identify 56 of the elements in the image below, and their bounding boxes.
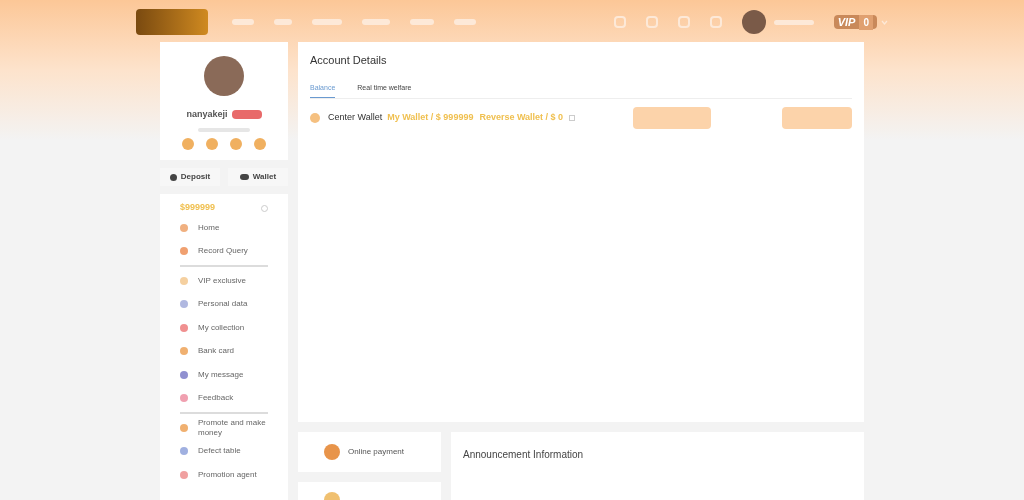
wallet-icon: [310, 113, 320, 123]
menu-item[interactable]: Feedback: [180, 386, 268, 410]
nav-item[interactable]: [232, 19, 254, 25]
menu-label: My collection: [198, 322, 245, 333]
menu-label: Bank card: [198, 346, 235, 357]
account-level-placeholder: [198, 127, 250, 132]
copy-icon[interactable]: [569, 115, 576, 121]
menu-item[interactable]: Home: [180, 216, 268, 240]
nav-item[interactable]: [362, 19, 390, 25]
balance-amount: $999999: [180, 201, 216, 215]
menu-item[interactable]: My message: [180, 363, 268, 387]
wallet-balance: My Wallet / $ 999999: [387, 111, 474, 125]
badge-icon: [182, 137, 194, 150]
badge-icon: [206, 137, 218, 150]
nav-item[interactable]: [410, 19, 434, 25]
wallet-name: Center Wallet: [328, 111, 383, 125]
coin-icon: [169, 173, 177, 181]
menu-label: Feedback: [198, 393, 234, 404]
menu-item[interactable]: Defect table: [180, 439, 268, 463]
menu-label: Promote and make money: [198, 417, 267, 438]
wallet-icon: [239, 174, 249, 180]
payment-card[interactable]: Online payment: [298, 432, 441, 472]
status-badge: [231, 110, 262, 120]
menu-item[interactable]: VIP exclusive: [180, 269, 268, 293]
menu-label: VIP exclusive: [198, 275, 246, 286]
menu-label: My message: [198, 369, 244, 380]
payment-icon: [324, 444, 340, 460]
menu-item[interactable]: My collection: [180, 316, 268, 340]
panel-title: Account Details: [310, 53, 388, 68]
nav-item[interactable]: [312, 19, 342, 25]
nav-item[interactable]: [454, 19, 476, 25]
deposit-button[interactable]: Deposit: [160, 168, 220, 186]
payment-label: Online payment: [348, 446, 405, 458]
action-button[interactable]: [782, 107, 852, 129]
wallet-balance: Reverse Wallet / $ 0: [479, 111, 564, 125]
menu-label: Personal data: [198, 299, 248, 310]
badge-icon: [230, 137, 242, 150]
menu-label: Promotion agent: [198, 469, 257, 480]
menu-item[interactable]: Record Query: [180, 239, 268, 263]
menu-item[interactable]: Bank card: [180, 339, 268, 363]
announcement-title: Announcement Information: [463, 449, 584, 460]
avatar: [204, 56, 244, 96]
menu-item[interactable]: Personal data: [180, 292, 268, 316]
menu-item[interactable]: Promote and make money: [180, 416, 268, 440]
menu-item[interactable]: Promotion agent: [180, 463, 268, 487]
logo-icon[interactable]: [136, 9, 208, 35]
nav-item[interactable]: [274, 19, 292, 25]
wallet-button[interactable]: Wallet: [228, 168, 288, 186]
caret-icon[interactable]: [881, 19, 888, 25]
menu-label: Defect table: [198, 446, 241, 457]
menu-label: Record Query: [198, 246, 248, 257]
menu-label: Home: [198, 222, 220, 233]
username-placeholder: [773, 19, 814, 25]
action-button[interactable]: [633, 107, 712, 129]
username: nanyakeji: [186, 108, 228, 121]
badge-icon: [254, 137, 266, 150]
